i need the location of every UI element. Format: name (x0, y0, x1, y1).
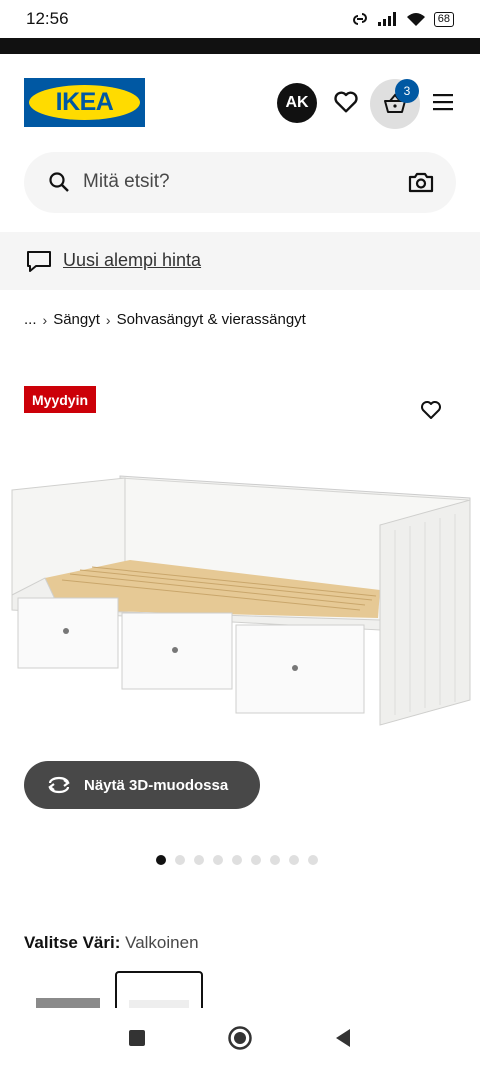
color-swatches (24, 970, 480, 1010)
color-swatch-white-selected[interactable] (115, 971, 203, 1010)
carousel-dot[interactable] (175, 855, 185, 865)
carousel-dot[interactable] (270, 855, 280, 865)
logo-text: IKEA (55, 88, 114, 116)
carousel-dot[interactable] (289, 855, 299, 865)
promo-banner: Uusi alempi hinta (0, 232, 480, 290)
breadcrumb-item[interactable]: Sängyt (53, 311, 100, 328)
recents-icon[interactable] (127, 1028, 147, 1048)
status-icons: 68 (350, 11, 454, 27)
favourites-icon[interactable] (332, 88, 360, 116)
site-header: IKEA AK 3 (0, 54, 480, 150)
image-carousel-dots (156, 855, 318, 865)
carousel-dot[interactable] (213, 855, 223, 865)
color-selector-label: Valitse Väri: Valkoinen (24, 933, 199, 953)
chevron-right-icon: › (42, 311, 48, 328)
search-bar[interactable]: Mitä etsit? (24, 152, 456, 213)
status-time: 12:56 (26, 9, 69, 28)
color-label: Valitse Väri: (24, 933, 121, 952)
carousel-dot[interactable] (251, 855, 261, 865)
carousel-dot[interactable] (156, 855, 166, 865)
signal-icon (377, 12, 396, 26)
carousel-dot[interactable] (194, 855, 204, 865)
product-image[interactable] (0, 470, 480, 730)
top-bar (0, 38, 480, 54)
breadcrumb: ... › Sängyt › Sohvasängyt & vierassängy… (24, 311, 306, 328)
wifi-icon (406, 13, 425, 26)
view-3d-button[interactable]: Näytä 3D-muodossa (24, 761, 260, 809)
rotate-3d-icon (48, 776, 70, 794)
android-nav-bar (0, 1008, 480, 1067)
favourite-heart-icon[interactable] (418, 398, 444, 422)
breadcrumb-item[interactable]: Sohvasängyt & vierassängyt (117, 311, 306, 328)
carousel-dot[interactable] (308, 855, 318, 865)
breadcrumb-item[interactable]: ... (24, 311, 37, 328)
search-icon (49, 172, 69, 192)
carousel-dot[interactable] (232, 855, 242, 865)
avatar[interactable]: AK (277, 83, 317, 123)
camera-icon[interactable] (408, 170, 434, 194)
menu-icon[interactable] (432, 91, 454, 113)
color-value: Valkoinen (125, 933, 199, 952)
search-input[interactable]: Mitä etsit? (83, 171, 170, 193)
home-icon[interactable] (227, 1025, 253, 1051)
status-bar: 12:56 68 (0, 0, 480, 38)
link-icon (352, 13, 367, 25)
chevron-right-icon: › (105, 311, 111, 328)
battery-icon: 68 (433, 11, 454, 27)
cart-count-badge: 3 (395, 79, 419, 103)
chat-icon (27, 251, 51, 272)
back-icon[interactable] (333, 1027, 353, 1049)
view-3d-label: Näytä 3D-muodossa (84, 776, 229, 794)
promo-link[interactable]: Uusi alempi hinta (63, 250, 201, 271)
ikea-logo[interactable]: IKEA (24, 78, 145, 127)
bestseller-badge: Myydyin (24, 386, 97, 413)
